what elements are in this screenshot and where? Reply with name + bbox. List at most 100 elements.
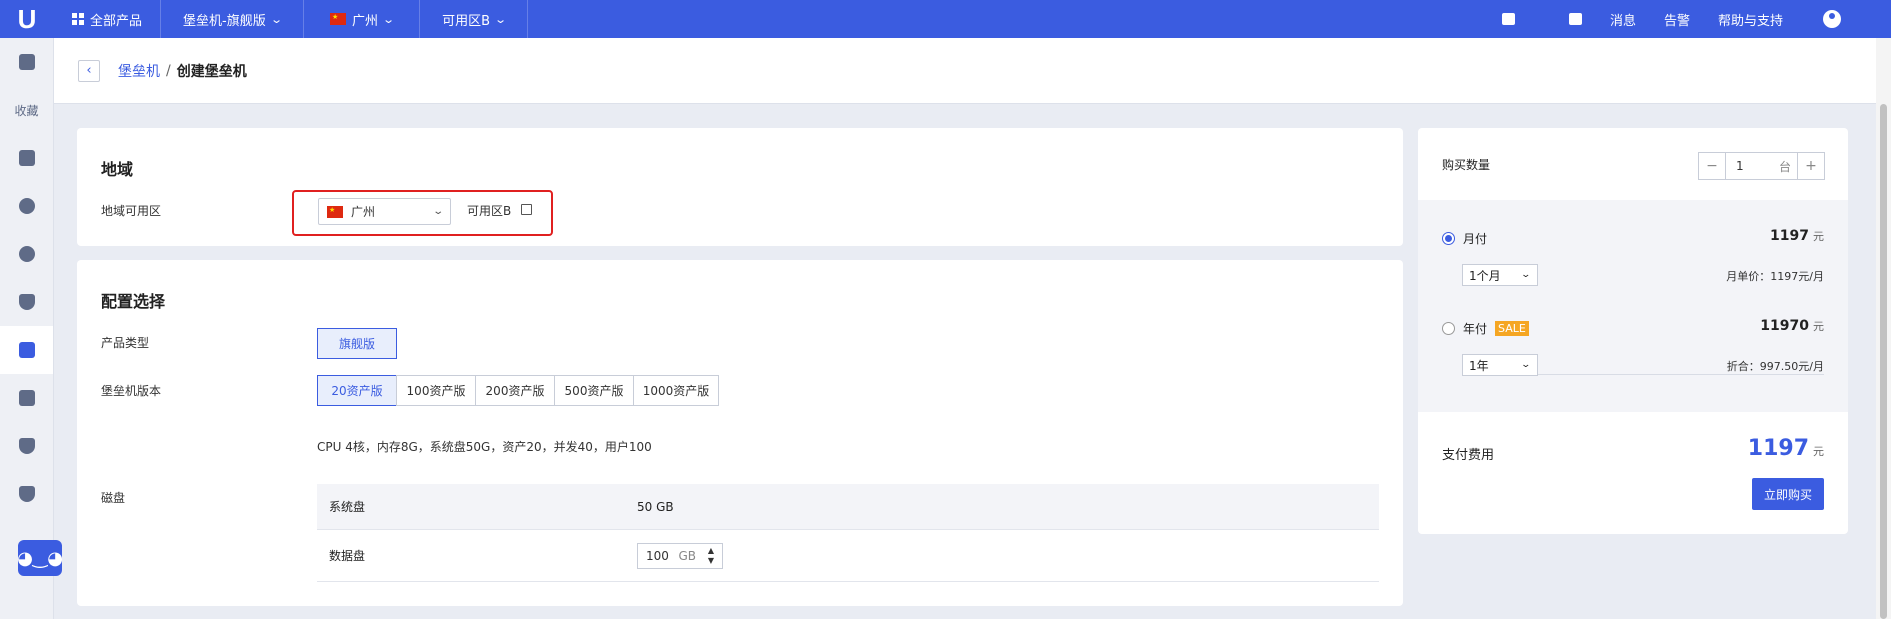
image-icon[interactable] — [1568, 13, 1582, 25]
china-flag-icon — [327, 205, 343, 218]
shield-plus-icon — [18, 438, 35, 454]
version-option-100[interactable]: 100资产版 — [396, 375, 476, 406]
chatbot-icon[interactable]: ◕‿◕ — [17, 540, 63, 576]
logo[interactable]: U — [0, 0, 54, 38]
sidebar-item-security[interactable] — [0, 278, 53, 326]
sidebar-item-console[interactable] — [0, 38, 53, 86]
increment-button[interactable]: + — [1798, 153, 1824, 179]
table-row: 系统盘 50 GB — [317, 484, 1379, 530]
monthly-radio[interactable] — [1442, 232, 1455, 245]
shield-icon — [18, 294, 35, 310]
network-icon — [18, 246, 35, 262]
sidebar-item-database[interactable] — [0, 374, 53, 422]
table-row: 数据盘 100 GB ▲ ▼ — [317, 530, 1379, 582]
sidebar-item-servers[interactable] — [0, 134, 53, 182]
sidebar: 收藏 — [0, 38, 54, 619]
server-icon — [18, 150, 35, 166]
product-label: 堡垒机-旗舰版 — [183, 13, 266, 29]
help-link[interactable]: 帮助与支持 — [1718, 10, 1783, 29]
region-field-label: 地域可用区 — [101, 204, 162, 218]
total-label: 支付费用 — [1442, 448, 1495, 463]
sale-badge: SALE — [1495, 321, 1529, 336]
chevron-down-icon: ⌄ — [494, 12, 508, 26]
yearly-label: 年付 — [1463, 322, 1488, 336]
zone-selector[interactable]: 可用区B ⌄ — [420, 0, 529, 38]
all-products-label: 全部产品 — [90, 13, 143, 29]
spec-description: CPU 4核，内存8G，系统盘50G，资产20，并发40，用户100 — [317, 440, 652, 454]
product-selector[interactable]: 堡垒机-旗舰版 ⌄ — [161, 0, 304, 38]
version-option-500[interactable]: 500资产版 — [554, 375, 634, 406]
zone-label: 可用区B — [442, 13, 491, 29]
chevron-left-icon: ‹ — [86, 63, 92, 78]
yearly-price: 11970 元 — [1760, 318, 1824, 334]
sidebar-item-network[interactable] — [0, 230, 53, 278]
sidebar-item-audit[interactable] — [0, 470, 53, 518]
monthly-price: 1197 元 — [1770, 228, 1824, 244]
bastion-icon — [18, 342, 35, 358]
data-disk-input[interactable]: 100 GB ▲ ▼ — [637, 542, 723, 569]
chevron-down-icon: ⌄ — [431, 206, 444, 217]
payment-options: 月付 1197 元 1个月 ⌄ 月单价：1197元/月 年付 SALE 11970 元… — [1418, 200, 1848, 412]
version-option-20[interactable]: 20资产版 — [317, 375, 397, 406]
quantity-stepper: − 1 台 + — [1698, 152, 1825, 180]
monthly-label: 月付 — [1463, 232, 1488, 246]
sidebar-item-bastion[interactable] — [0, 326, 53, 374]
monthly-period-select[interactable]: 1个月 ⌄ — [1462, 264, 1538, 286]
breadcrumb-parent[interactable]: 堡垒机 — [118, 61, 160, 81]
system-disk-value: 50 GB — [637, 499, 674, 514]
audit-shield-icon — [18, 486, 35, 502]
database-icon — [18, 390, 35, 406]
data-disk-label: 数据盘 — [329, 549, 366, 563]
chevron-down-icon: ⌄ — [1520, 360, 1532, 370]
region-dropdown-value: 广州 — [351, 205, 376, 219]
yearly-radio[interactable] — [1442, 322, 1455, 335]
search-icon[interactable] — [1501, 13, 1515, 25]
system-disk-label: 系统盘 — [329, 500, 366, 514]
scrollbar-thumb[interactable] — [1880, 104, 1887, 619]
sidebar-item-protection[interactable] — [0, 422, 53, 470]
china-flag-icon — [329, 13, 346, 25]
region-selector[interactable]: 广州 ⌄ — [304, 0, 421, 38]
chevron-down-icon: ⌄ — [269, 12, 283, 26]
back-button[interactable]: ‹ — [78, 59, 100, 82]
quantity-unit: 台 — [1778, 159, 1791, 174]
region-card-title: 地域 — [101, 160, 134, 179]
version-option-1000[interactable]: 1000资产版 — [633, 375, 719, 406]
quantity-value: 1 — [1736, 159, 1744, 173]
data-disk-value: 100 — [646, 548, 669, 563]
region-dropdown[interactable]: 广州 ⌄ — [318, 198, 451, 225]
order-panel: 购买数量 − 1 台 + 月付 1197 元 1个月 ⌄ 月单价：1197元/月 年… — [1418, 128, 1848, 534]
region-card: 地域 地域可用区 — [77, 128, 1403, 246]
user-avatar-icon[interactable] — [1823, 10, 1841, 28]
buy-now-button[interactable]: 立即购买 — [1752, 478, 1824, 510]
config-card-title: 配置选择 — [101, 292, 166, 311]
alerts-link[interactable]: 告警 — [1664, 10, 1690, 29]
quantity-label: 购买数量 — [1442, 158, 1491, 172]
page-header: ‹ 堡垒机 / 创建堡垒机 — [54, 38, 1876, 104]
monitor-icon — [18, 54, 35, 70]
version-label: 堡垒机版本 — [101, 384, 162, 398]
region-label: 广州 — [351, 13, 378, 29]
disk-table: 系统盘 50 GB 数据盘 100 GB ▲ ▼ — [317, 484, 1379, 582]
external-link-icon[interactable] — [521, 204, 532, 215]
favorites-label: 收藏 — [14, 103, 39, 118]
page-title: 创建堡垒机 — [176, 63, 247, 80]
chevron-down-icon: ⌄ — [1520, 270, 1532, 280]
yearly-period-select[interactable]: 1年 ⌄ — [1462, 354, 1538, 376]
decrement-button[interactable]: − — [1699, 153, 1725, 179]
product-type-label: 产品类型 — [101, 336, 150, 350]
spinner-arrows-icon[interactable]: ▲ ▼ — [702, 546, 720, 566]
scrollbar[interactable] — [1876, 38, 1891, 619]
top-right-actions: 消息 告警 帮助与支持 — [1501, 0, 1841, 38]
version-option-200[interactable]: 200资产版 — [475, 375, 555, 406]
yearly-discount-price: 折合：997.50元/月 — [1726, 360, 1824, 373]
messages-link[interactable]: 消息 — [1610, 10, 1636, 29]
quantity-input[interactable]: 1 台 — [1725, 153, 1798, 179]
all-products-menu[interactable]: 全部产品 — [54, 0, 162, 38]
product-type-flagship[interactable]: 旗舰版 — [317, 328, 397, 359]
sidebar-item-ip[interactable] — [0, 182, 53, 230]
monthly-option[interactable]: 月付 — [1442, 230, 1487, 247]
sidebar-item-favorites[interactable]: 收藏 — [0, 86, 53, 134]
yearly-option[interactable]: 年付 SALE — [1442, 320, 1529, 337]
top-navigation-bar: U 全部产品 堡垒机-旗舰版 ⌄ 广州 ⌄ 可用区B ⌄ 消息 告警 帮助与支持 — [0, 0, 1891, 38]
